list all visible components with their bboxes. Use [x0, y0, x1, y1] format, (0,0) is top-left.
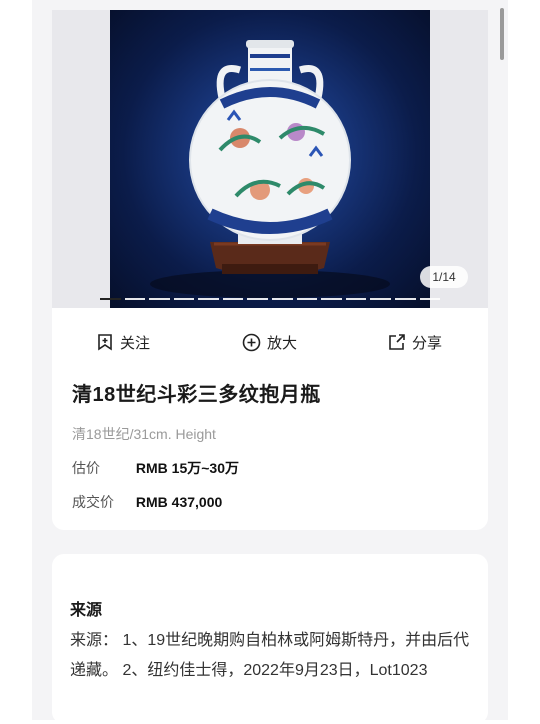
- estimate-label: 估价: [72, 460, 100, 476]
- gallery-pagination: [100, 298, 441, 300]
- provenance-card: 来源 来源： 1、19世纪晚期购自柏林或阿姆斯特丹，并由后代递藏。 2、纽约佳士…: [52, 554, 488, 724]
- provenance-heading: 来源: [70, 602, 103, 619]
- zoom-button[interactable]: 放大: [242, 330, 297, 354]
- pagination-dot[interactable]: [198, 298, 219, 300]
- pagination-dot[interactable]: [370, 298, 391, 300]
- follow-label: 关注: [120, 334, 151, 352]
- action-bar: 关注 放大 分享: [52, 330, 488, 354]
- pagination-dot[interactable]: [321, 298, 342, 300]
- pagination-dot[interactable]: [345, 298, 367, 300]
- pagination-dot[interactable]: [419, 298, 441, 300]
- pagination-dot[interactable]: [394, 298, 416, 300]
- lot-subtitle: 清18世纪/31cm. Height: [72, 426, 216, 442]
- scrollbar[interactable]: [500, 8, 504, 60]
- zoom-in-icon: [242, 333, 261, 351]
- estimate-value: RMB 15万~30万: [135, 460, 239, 476]
- pagination-dot[interactable]: [149, 298, 170, 300]
- pagination-dot[interactable]: [296, 298, 318, 300]
- follow-button[interactable]: 关注: [96, 330, 150, 354]
- pagination-dot[interactable]: [173, 298, 195, 300]
- share-button[interactable]: 分享: [388, 330, 442, 354]
- image-counter-badge: 1/14: [420, 266, 468, 288]
- lot-photo[interactable]: [110, 10, 430, 308]
- pagination-dot[interactable]: [222, 298, 244, 300]
- pagination-dot[interactable]: [124, 298, 146, 300]
- share-label: 分享: [412, 334, 443, 352]
- sold-price-row: 成交价 RMB 437,000: [72, 492, 222, 512]
- provenance-text: 来源： 1、19世纪晚期购自柏林或阿姆斯特丹，并由后代递藏。 2、纽约佳士得，2…: [70, 632, 470, 679]
- pagination-dot[interactable]: [247, 298, 269, 300]
- bookmark-plus-icon: [98, 334, 112, 351]
- sold-price-label: 成交价: [72, 494, 114, 510]
- share-icon: [389, 334, 405, 350]
- zoom-label: 放大: [267, 334, 298, 352]
- vase-illustration: [150, 40, 390, 298]
- sold-price-value: RMB 437,000: [135, 494, 223, 510]
- pagination-dot-active[interactable]: [100, 298, 121, 300]
- image-gallery[interactable]: 1/14: [52, 10, 488, 308]
- lot-info-card: 关注 放大 分享 清18世纪斗彩三多纹抱月瓶 清18世纪/31cm. Heigh…: [52, 308, 488, 530]
- lot-title: 清18世纪斗彩三多纹抱月瓶: [72, 384, 321, 406]
- estimate-row: 估价 RMB 15万~30万: [72, 458, 239, 478]
- pagination-dot[interactable]: [272, 298, 293, 300]
